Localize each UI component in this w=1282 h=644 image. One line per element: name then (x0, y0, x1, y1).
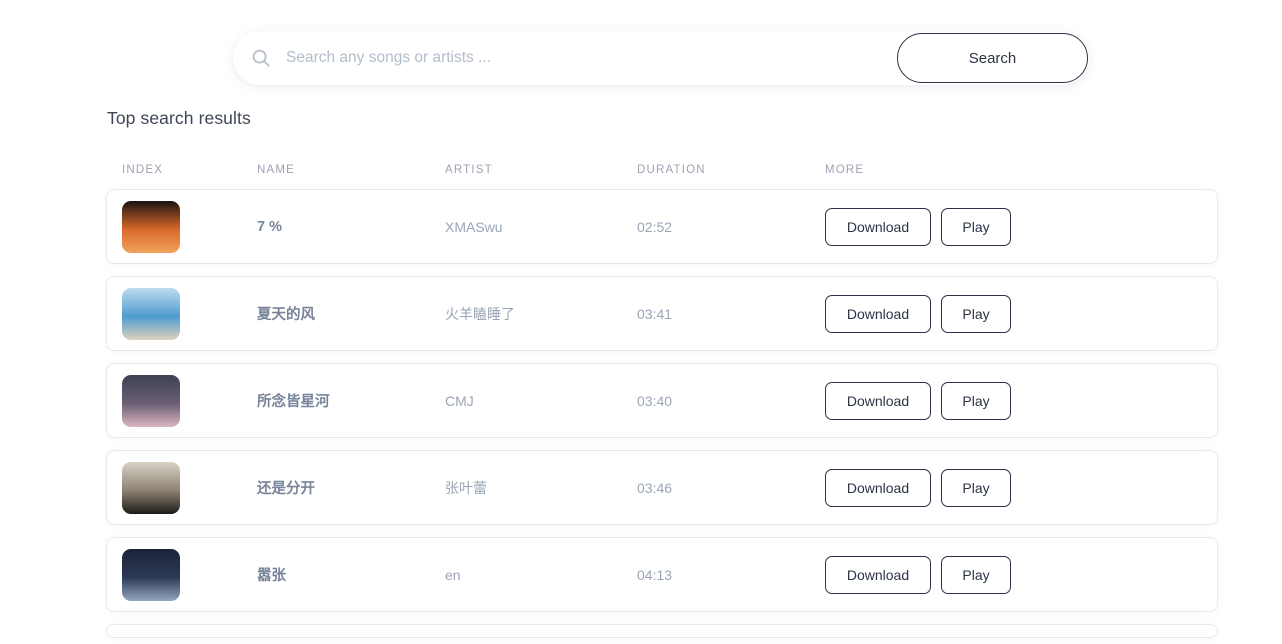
results-table: INDEX NAME ARTIST DURATION MORE 7 % XMASw… (107, 150, 1217, 644)
page-title: Top search results (107, 108, 251, 128)
table-cell-index (107, 287, 257, 340)
table-row[interactable]: 嚣张 en 04:13 Download Play (107, 538, 1217, 611)
table-cell-index (107, 548, 257, 601)
table-row[interactable] (107, 625, 1217, 637)
column-header-artist: ARTIST (445, 164, 493, 176)
album-thumbnail (122, 548, 180, 601)
table-row[interactable]: 还是分开 张叶蕾 03:46 Download Play (107, 451, 1217, 524)
album-thumbnail (122, 287, 180, 340)
column-header-duration: DURATION (637, 164, 706, 176)
table-cell-actions: Download Play (825, 207, 1195, 246)
table-row[interactable]: 所念皆星河 CMJ 03:40 Download Play (107, 364, 1217, 437)
track-name: 7 % (257, 218, 282, 235)
table-cell-actions: Download Play (825, 555, 1195, 594)
download-button[interactable]: Download (825, 207, 931, 246)
table-cell-index (107, 374, 257, 427)
table-cell-actions: Download Play (825, 381, 1195, 420)
track-name: 还是分开 (257, 481, 315, 497)
track-name: 所念皆星河 (257, 394, 330, 410)
album-thumbnail (122, 461, 180, 514)
track-artist: 张叶蕾 (445, 479, 487, 496)
track-artist: 火羊瞌睡了 (445, 305, 515, 322)
column-header-more: MORE (825, 164, 865, 176)
table-row[interactable]: 7 % XMASwu 02:52 Download Play (107, 190, 1217, 263)
table-body: 7 % XMASwu 02:52 Download Play 夏天的风 火羊瞌睡了 03:41… (107, 190, 1217, 637)
music-search-page: Search Top search results INDEX NAME ART… (0, 0, 1282, 644)
download-button[interactable]: Download (825, 294, 931, 333)
track-duration: 03:41 (637, 305, 673, 322)
track-name: 夏天的风 (257, 307, 315, 323)
play-button[interactable]: Play (941, 381, 1011, 420)
play-button[interactable]: Play (941, 555, 1011, 594)
album-thumbnail (122, 374, 180, 427)
table-cell-index (107, 461, 257, 514)
play-button[interactable]: Play (941, 468, 1011, 507)
table-header-row: INDEX NAME ARTIST DURATION MORE (107, 150, 1217, 190)
table-cell-index (107, 200, 257, 253)
track-name: 嚣张 (257, 568, 286, 584)
track-artist: XMASwu (445, 218, 503, 235)
column-header-name: NAME (257, 164, 296, 176)
download-button[interactable]: Download (825, 468, 931, 507)
track-duration: 03:46 (637, 479, 673, 496)
track-duration: 03:40 (637, 392, 673, 409)
play-button[interactable]: Play (941, 294, 1011, 333)
search-icon (250, 47, 272, 69)
play-button[interactable]: Play (941, 207, 1011, 246)
table-cell-actions: Download Play (825, 468, 1195, 507)
track-duration: 02:52 (637, 218, 673, 235)
download-button[interactable]: Download (825, 555, 931, 594)
search-input[interactable] (286, 43, 876, 73)
table-cell-actions: Download Play (825, 294, 1195, 333)
table-row[interactable]: 夏天的风 火羊瞌睡了 03:41 Download Play (107, 277, 1217, 350)
search-button[interactable]: Search (897, 33, 1088, 83)
track-artist: CMJ (445, 392, 474, 409)
track-duration: 04:13 (637, 566, 673, 583)
download-button[interactable]: Download (825, 381, 931, 420)
column-header-index: INDEX (122, 164, 164, 176)
album-thumbnail (122, 200, 180, 253)
track-artist: en (445, 566, 461, 583)
